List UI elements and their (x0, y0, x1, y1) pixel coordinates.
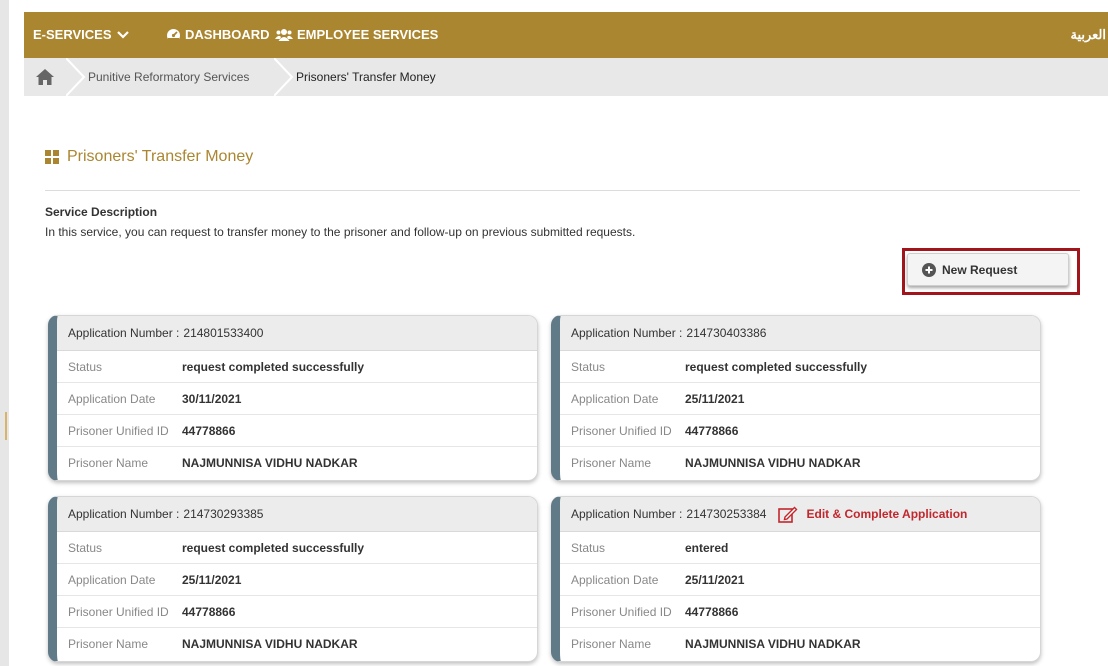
nav-employee-label: EMPLOYEE SERVICES (297, 27, 439, 42)
name-label: Prisoner Name (68, 637, 149, 651)
status-label: Status (571, 540, 606, 555)
application-number: 214730253384 (686, 507, 767, 521)
application-number: 214730403386 (686, 326, 767, 340)
chevron-down-icon (116, 31, 129, 39)
nav-employee-services[interactable]: EMPLOYEE SERVICES (275, 12, 438, 58)
status-value: request completed successfully (182, 540, 365, 555)
row-name: Prisoner Name NAJMUNNISA VIDHU NADKAR (560, 628, 1040, 660)
name-label: Prisoner Name (68, 456, 149, 470)
row-unified-id: Prisoner Unified ID 44778866 (560, 415, 1040, 447)
breadcrumb-item-punitive[interactable]: Punitive Reformatory Services (88, 58, 249, 96)
nav-eservices-label: E-SERVICES (33, 27, 112, 42)
grid-icon (45, 150, 59, 164)
left-edge (0, 0, 9, 666)
date-value: 25/11/2021 (685, 572, 745, 587)
row-status: Status request completed successfully (57, 532, 537, 564)
application-card: Application Number : 214801533400 Status… (48, 315, 538, 481)
new-request-button[interactable]: New Request (907, 253, 1069, 286)
users-icon (275, 29, 293, 41)
service-description-text: In this service, you can request to tran… (45, 225, 636, 239)
row-status: Status entered (560, 532, 1040, 564)
row-status: Status request completed successfully (57, 351, 537, 383)
row-unified-id: Prisoner Unified ID 44778866 (57, 415, 537, 447)
dashboard-icon (167, 29, 180, 42)
home-icon (36, 69, 54, 85)
plus-circle-icon (922, 262, 936, 277)
top-strip (9, 0, 1108, 12)
name-value: NAJMUNNISA VIDHU NADKAR (685, 456, 861, 470)
page-title: Prisoners' Transfer Money (45, 148, 253, 166)
status-value: request completed successfully (182, 359, 365, 374)
application-number: 214730293385 (183, 507, 264, 521)
date-label: Application Date (68, 572, 156, 587)
edit-icon (778, 506, 798, 523)
application-number-label: Application Number : (571, 326, 683, 340)
row-date: Application Date 25/11/2021 (57, 564, 537, 596)
card-header: Application Number : 214730253384 Edit &… (560, 497, 1040, 532)
date-label: Application Date (571, 572, 659, 587)
new-request-label: New Request (942, 262, 1018, 277)
name-value: NAJMUNNISA VIDHU NADKAR (182, 456, 358, 470)
nav-dashboard-label: DASHBOARD (185, 27, 270, 42)
row-name: Prisoner Name NAJMUNNISA VIDHU NADKAR (57, 447, 537, 479)
card-header: Application Number : 214730403386 (560, 316, 1040, 351)
unified-id-label: Prisoner Unified ID (571, 604, 672, 619)
status-value: entered (685, 540, 729, 555)
unified-id-value: 44778866 (182, 604, 236, 619)
unified-id-value: 44778866 (685, 604, 739, 619)
application-card: Application Number : 214730253384 Edit &… (551, 496, 1041, 662)
page-title-text: Prisoners' Transfer Money (67, 148, 254, 165)
breadcrumb: Punitive Reformatory Services Prisoners'… (24, 58, 1108, 96)
application-number-label: Application Number : (68, 507, 180, 521)
language-switch[interactable]: العربية (1070, 12, 1106, 58)
status-value: request completed successfully (685, 359, 868, 374)
row-date: Application Date 25/11/2021 (560, 383, 1040, 415)
name-label: Prisoner Name (571, 637, 652, 651)
row-name: Prisoner Name NAJMUNNISA VIDHU NADKAR (560, 447, 1040, 479)
application-number-label: Application Number : (571, 507, 683, 521)
breadcrumb-item-current: Prisoners' Transfer Money (296, 70, 436, 84)
date-value: 30/11/2021 (182, 391, 242, 406)
language-label: العربية (1070, 27, 1106, 42)
status-label: Status (68, 540, 103, 555)
row-status: Status request completed successfully (560, 351, 1040, 383)
unified-id-label: Prisoner Unified ID (68, 423, 169, 438)
row-date: Application Date 30/11/2021 (57, 383, 537, 415)
unified-id-value: 44778866 (182, 423, 236, 438)
row-unified-id: Prisoner Unified ID 44778866 (57, 596, 537, 628)
card-header: Application Number : 214801533400 (57, 316, 537, 351)
unified-id-label: Prisoner Unified ID (571, 423, 672, 438)
divider (45, 190, 1080, 191)
row-unified-id: Prisoner Unified ID 44778866 (560, 596, 1040, 628)
name-value: NAJMUNNISA VIDHU NADKAR (182, 637, 358, 651)
row-date: Application Date 25/11/2021 (560, 564, 1040, 596)
nav-eservices[interactable]: E-SERVICES (33, 12, 130, 58)
application-card: Application Number : 214730293385 Status… (48, 496, 538, 662)
nav-dashboard[interactable]: DASHBOARD (166, 12, 270, 58)
date-label: Application Date (571, 391, 659, 406)
date-value: 25/11/2021 (685, 391, 745, 406)
edit-complete-label: Edit & Complete Application (806, 507, 968, 521)
name-value: NAJMUNNISA VIDHU NADKAR (685, 637, 861, 651)
edge-marker (5, 412, 7, 440)
application-number-label: Application Number : (68, 326, 180, 340)
unified-id-value: 44778866 (685, 423, 739, 438)
status-label: Status (68, 359, 103, 374)
card-header: Application Number : 214730293385 (57, 497, 537, 532)
main-navbar: E-SERVICES DASHBOARD EMPLOYEE SERVICES ا… (24, 12, 1108, 58)
name-label: Prisoner Name (571, 456, 652, 470)
date-label: Application Date (68, 391, 156, 406)
date-value: 25/11/2021 (182, 572, 242, 587)
edit-complete-link[interactable]: Edit & Complete Application (778, 506, 967, 523)
application-number: 214801533400 (183, 326, 264, 340)
home-link[interactable] (24, 58, 66, 96)
status-label: Status (571, 359, 606, 374)
service-description-heading: Service Description (45, 205, 158, 219)
row-name: Prisoner Name NAJMUNNISA VIDHU NADKAR (57, 628, 537, 660)
breadcrumb-separator (66, 58, 86, 96)
application-card: Application Number : 214730403386 Status… (551, 315, 1041, 481)
unified-id-label: Prisoner Unified ID (68, 604, 169, 619)
breadcrumb-separator (274, 58, 294, 96)
